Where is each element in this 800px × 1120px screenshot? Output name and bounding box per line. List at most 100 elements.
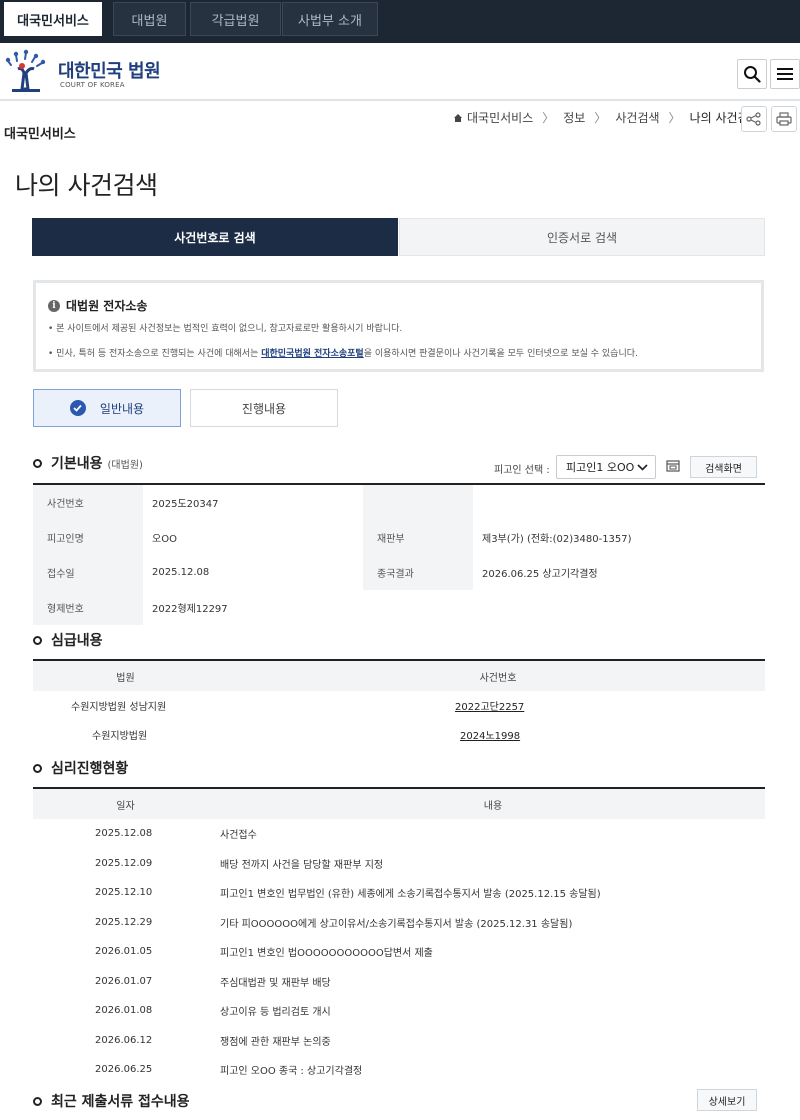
breadcrumb-home[interactable]: 대국민서비스 [467,109,533,126]
tab-search-by-certificate[interactable]: 인증서로 검색 [399,218,765,256]
share-button[interactable] [741,106,767,132]
notice-title-text: 대법원 전자소송 [66,299,148,313]
progress-content: 배당 전까지 사건을 담당할 재판부 지정 [220,859,384,871]
table-row: 2026.06.25 피고인 오OO 종국 : 상고기각결정 [33,1055,765,1085]
nav-tab-public-service[interactable]: 대국민서비스 [4,2,102,36]
progress-table: 일자 내용 2025.12.08 사건접수 2025.12.09 배당 전까지 사건… [33,787,765,1085]
progress-date: 2026.01.08 [95,1005,153,1017]
section-progress-title: 심리진행현황 [51,761,129,777]
info-value-2: 제3부(가) (전화:(02)3480-1357) [482,534,632,545]
search-screen-button[interactable]: 검색화면 [690,456,757,478]
window-button[interactable] [664,457,682,475]
section-recent-documents: 최근 제출서류 접수내용 [33,1091,190,1111]
site-logo-subtitle: COURT OF KOREA [60,81,125,89]
progress-content: 쟁점에 관한 재판부 논의중 [220,1036,331,1048]
court-name: 수원지방법원 성남지원 [71,702,167,713]
info-value-2: 2026.06.25 상고기각결정 [482,569,598,580]
section-basic-info-title: 기본내용 [51,456,103,472]
progress-date: 2025.12.09 [95,857,153,869]
progress-date: 2025.12.29 [95,916,153,928]
info-row: 형제번호 2022형제12297 [33,590,765,625]
section-basic-info-subtitle: (대법원) [107,459,143,471]
basic-info-table: 사건번호 2025도20347 피고인명 오OO 재판부 제3부(가) (전화:… [33,483,765,625]
section-progress: 심리진행현황 [33,758,128,778]
progress-content: 피고인 오OO 종국 : 상고기각결정 [220,1066,363,1078]
section-name: 대국민서비스 [4,127,76,142]
notice-line-1: • 본 사이트에서 제공된 사건정보는 법적인 효력이 없으니, 참고자료로만 … [48,324,403,334]
court-name: 수원지방법원 [92,731,148,742]
info-value: 2022형제12297 [152,604,228,615]
progress-content: 상고이유 등 법리검토 개시 [220,1007,331,1019]
column-header-case-number: 사건번호 [479,672,517,684]
info-icon: i [48,299,60,312]
table-row: 2026.01.07 주심대법관 및 재판부 배당 [33,967,765,997]
progress-content: 기타 피OOOOOO에게 상고이유서/소송기록접수통지서 발송 (2025.12… [220,918,573,930]
breadcrumb-case-search[interactable]: 사건검색 [615,109,659,126]
nav-tab-supreme-court[interactable]: 대법원 [113,2,186,36]
share-icon [746,112,761,126]
chevron-right-icon: 〉 [542,111,555,125]
table-row: 2025.12.10 피고인1 변호인 법무법인 (유한) 세종에게 소송기록접수… [33,878,765,908]
tab-search-by-case-number[interactable]: 사건번호로 검색 [32,218,398,256]
defendant-select[interactable]: 피고인1 오OO [556,455,656,479]
section-lower-court: 심급내용 [33,630,103,650]
window-icon [666,460,680,472]
defendant-select-label: 피고인 선택 : [494,465,550,476]
notice-line-2: • 민사, 특허 등 전자소송으로 진행되는 사건에 대해서는 대한민국법원 전… [48,346,638,359]
progress-date: 2026.06.25 [95,1064,153,1076]
progress-content: 주심대법관 및 재판부 배당 [220,977,331,989]
progress-date: 2026.06.12 [95,1034,153,1046]
page-title: 나의 사건검색 [15,171,158,200]
progress-date: 2025.12.08 [95,828,153,840]
top-navigation: 대국민서비스 대법원 각급법원 사법부 소개 [0,0,800,43]
info-label: 사건번호 [33,485,143,520]
chevron-down-icon [637,460,648,477]
table-row: 수원지방법원 2024노1998 [33,720,765,749]
notice-title: i 대법원 전자소송 [48,297,147,314]
hamburger-menu-icon [777,68,793,80]
lower-court-table: 법원 사건번호 수원지방법원 성남지원 2022고단2257 수원지방법원 20… [33,659,765,749]
tab-progress-content[interactable]: 진행내용 [190,389,338,427]
section-lower-court-title: 심급내용 [51,633,103,649]
progress-date: 2026.01.07 [95,975,153,987]
e-litigation-portal-link[interactable]: 대한민국법원 전자소송포털 [261,349,364,359]
search-icon [744,66,761,83]
breadcrumb: 대국민서비스 〉 정보 〉 사건검색 〉 나의 사건검색 [453,109,760,126]
table-row: 2025.12.08 사건접수 [33,819,765,849]
detail-view-button[interactable]: 상세보기 [697,1089,757,1111]
progress-content: 피고인1 변호인 법무법인 (유한) 세종에게 소송기록접수통지서 발송 (20… [220,889,601,901]
bullet-ring-icon [33,763,42,773]
home-icon [454,113,462,122]
check-circle-icon [69,400,86,416]
court-logo-icon[interactable] [2,49,52,95]
table-row: 2025.12.09 배당 전까지 사건을 담당할 재판부 지정 [33,849,765,879]
table-row: 2025.12.29 기타 피OOOOOO에게 상고이유서/소송기록접수통지서 발… [33,908,765,938]
search-button[interactable] [737,59,767,89]
table-row: 2026.01.08 상고이유 등 법리검토 개시 [33,996,765,1026]
tab-general-content-label: 일반내용 [99,401,145,416]
progress-content: 피고인1 변호인 법OOOOOOOOOOO답변서 제출 [220,948,433,960]
breadcrumb-info[interactable]: 정보 [563,109,585,126]
progress-date: 2025.12.10 [95,887,153,899]
case-number-link[interactable]: 2022고단2257 [455,698,524,713]
nav-tab-courts[interactable]: 각급법원 [190,2,281,36]
tab-general-content[interactable]: 일반내용 [33,389,181,427]
site-logo-title[interactable]: 대한민국 법원 [58,57,161,83]
site-header: 대한민국 법원 COURT OF KOREA [0,43,800,101]
menu-button[interactable] [770,59,800,89]
defendant-select-value: 피고인1 오OO [566,461,635,474]
nav-tab-judiciary-intro[interactable]: 사법부 소개 [282,2,378,36]
table-row: 수원지방법원 성남지원 2022고단2257 [33,691,765,720]
column-header-court: 법원 [116,672,135,684]
notice-line-2-pre: • 민사, 특허 등 전자소송으로 진행되는 사건에 대해서는 [48,349,262,359]
case-number-link[interactable]: 2024노1998 [460,727,520,742]
column-header-date: 일자 [116,800,135,812]
table-header: 법원 사건번호 [33,661,765,691]
print-button[interactable] [771,106,797,132]
print-icon [776,112,792,126]
info-row: 피고인명 오OO 재판부 제3부(가) (전화:(02)3480-1357) [33,520,765,555]
info-label-2 [363,485,473,520]
chevron-right-icon: 〉 [668,111,681,125]
section-recent-documents-title: 최근 제출서류 접수내용 [51,1094,190,1110]
info-label: 피고인명 [33,520,143,555]
